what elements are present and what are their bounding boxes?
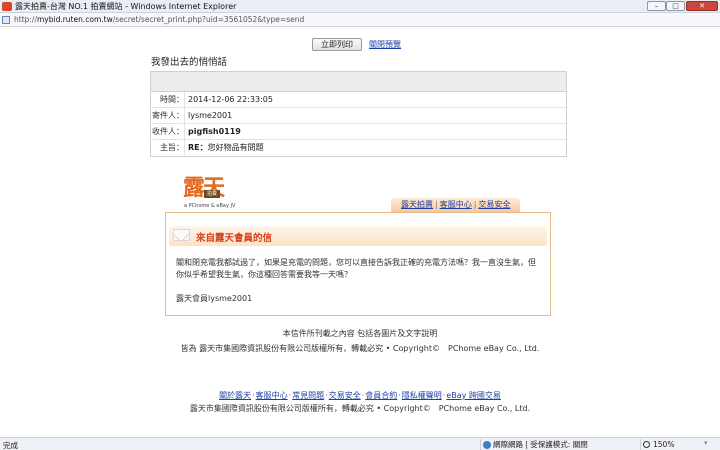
subject-prefix: RE： <box>188 143 208 152</box>
recipient-label: 收件人： <box>151 124 185 139</box>
page-title: 我發出去的悄悄話 <box>151 57 228 68</box>
ruten-app-icon <box>2 2 12 11</box>
maximize-button[interactable]: □ <box>666 1 685 11</box>
footer-separator: ‧ <box>398 391 401 400</box>
message-row-time: 時間： 2014-12-06 22:33:05 <box>151 92 566 108</box>
title-bar: 露天拍賣-台灣 NO.1 拍賣網站 - Windows Internet Exp… <box>0 0 720 13</box>
nav-link-ruten-auction[interactable]: 露天拍賣 <box>401 200 433 209</box>
url-host: mybid.ruten.com.tw <box>36 15 113 24</box>
footer-link-customer-service[interactable]: 客服中心 <box>256 391 288 400</box>
nav-separator: | <box>435 200 438 209</box>
time-value: 2014-12-06 22:33:05 <box>188 95 273 104</box>
logo-subtitle: a PChome & eBay JV <box>184 203 236 209</box>
message-info-table: 時間： 2014-12-06 22:33:05 寄件人： lysme2001 收… <box>150 71 567 157</box>
sender-label: 寄件人： <box>151 108 185 123</box>
message-row-subject: 主旨： RE：您好物品有問題 <box>151 140 566 156</box>
footer-link-trade-safety[interactable]: 交易安全 <box>329 391 361 400</box>
footer-link-faq[interactable]: 常見問題 <box>292 391 324 400</box>
subject-value: RE：您好物品有問題 <box>188 140 264 155</box>
message-row-sender: 寄件人： lysme2001 <box>151 108 566 124</box>
footer-links: 關於露天‧客服中心‧常見問題‧交易安全‧會員合約‧隱私權聲明‧eBay 跨國交易 <box>0 390 720 401</box>
address-bar[interactable]: http://mybid.ruten.com.tw/secret/secret_… <box>0 13 720 27</box>
message-body: 關和閉充電我都試過了，如果是充電的問題，您可以直接告訴我正確的充電方法嗎？我一直… <box>176 258 536 279</box>
footer-separator: ‧ <box>361 391 365 400</box>
content-notice: 本信件所刊載之內容 包括各圖片及文字說明 <box>282 329 438 338</box>
url-text[interactable]: http://mybid.ruten.com.tw/secret/secret_… <box>14 15 304 24</box>
zoom-control[interactable]: 150% <box>640 439 674 450</box>
footer-separator: ‧ <box>325 391 328 400</box>
logo-tag: 拍賣 <box>204 190 220 198</box>
message-card-heading: 來自露天會員的信 <box>196 233 273 244</box>
footer-copyright: 露天市集國際資訊股份有限公司版權所有，轉載必究 • Copyright© PCh… <box>189 404 531 413</box>
security-zone[interactable]: 網際網路 | 受保護模式: 關閉 <box>480 439 588 450</box>
page-icon <box>2 16 10 24</box>
nav-link-customer-service[interactable]: 客服中心 <box>440 200 472 209</box>
recipient-value: pigfish0119 <box>188 127 241 136</box>
footer-separator: ‧ <box>252 391 255 400</box>
close-preview-link[interactable]: 關閉預覽 <box>369 39 401 50</box>
status-bar: 完成 網際網路 | 受保護模式: 關閉 150% ▾ <box>0 437 720 450</box>
footer-separator: ‧ <box>442 391 446 400</box>
close-window-button[interactable]: ✕ <box>686 1 718 11</box>
footer-link-ebay-crossborder[interactable]: eBay 跨國交易 <box>446 391 501 400</box>
footer-link-privacy[interactable]: 隱私權聲明 <box>402 391 442 400</box>
nav-link-trade-safety[interactable]: 交易安全 <box>478 200 510 209</box>
sender-value: lysme2001 <box>188 111 233 120</box>
security-zone-text: 網際網路 | 受保護模式: 關閉 <box>493 440 588 449</box>
message-card-header: 來自露天會員的信 <box>169 226 547 246</box>
message-row-recipient: 收件人： pigfish0119 <box>151 124 566 140</box>
globe-icon <box>483 441 491 449</box>
footer-link-member-agreement[interactable]: 會員合約 <box>365 391 397 400</box>
zoom-dropdown-icon[interactable]: ▾ <box>704 439 718 450</box>
url-scheme: http:// <box>14 15 37 24</box>
time-label: 時間： <box>151 92 185 107</box>
copyright-notice: 皆為 露天市集國際資訊股份有限公司版權所有，轉載必究 • Copyright© … <box>180 344 540 353</box>
subject-label: 主旨： <box>151 140 185 155</box>
top-nav-links: 露天拍賣 | 客服中心 | 交易安全 <box>391 198 521 212</box>
zoom-level: 150% <box>653 440 675 449</box>
url-path: /secret/secret_print.php?uid=3561052&typ… <box>112 15 305 24</box>
print-now-button[interactable]: 立即列印 <box>312 38 362 51</box>
zoom-magnifier-icon <box>643 441 650 448</box>
minimize-button[interactable]: – <box>647 1 666 11</box>
footer-link-about[interactable]: 關於露天 <box>219 391 251 400</box>
nav-separator: | <box>473 200 477 209</box>
subject-text: 您好物品有問題 <box>207 143 264 152</box>
ruten-logo: 露天 拍賣 a PChome & eBay JV <box>183 170 243 214</box>
status-text: 完成 <box>3 441 18 450</box>
message-signature: 露天會員lysme2001 <box>176 294 253 303</box>
message-table-header <box>151 72 566 92</box>
window-title: 露天拍賣-台灣 NO.1 拍賣網站 - Windows Internet Exp… <box>15 2 237 11</box>
envelope-icon <box>173 229 190 241</box>
message-card: 來自露天會員的信 關和閉充電我都試過了，如果是充電的問題，您可以直接告訴我正確的… <box>165 212 551 316</box>
footer-separator: ‧ <box>288 391 292 400</box>
